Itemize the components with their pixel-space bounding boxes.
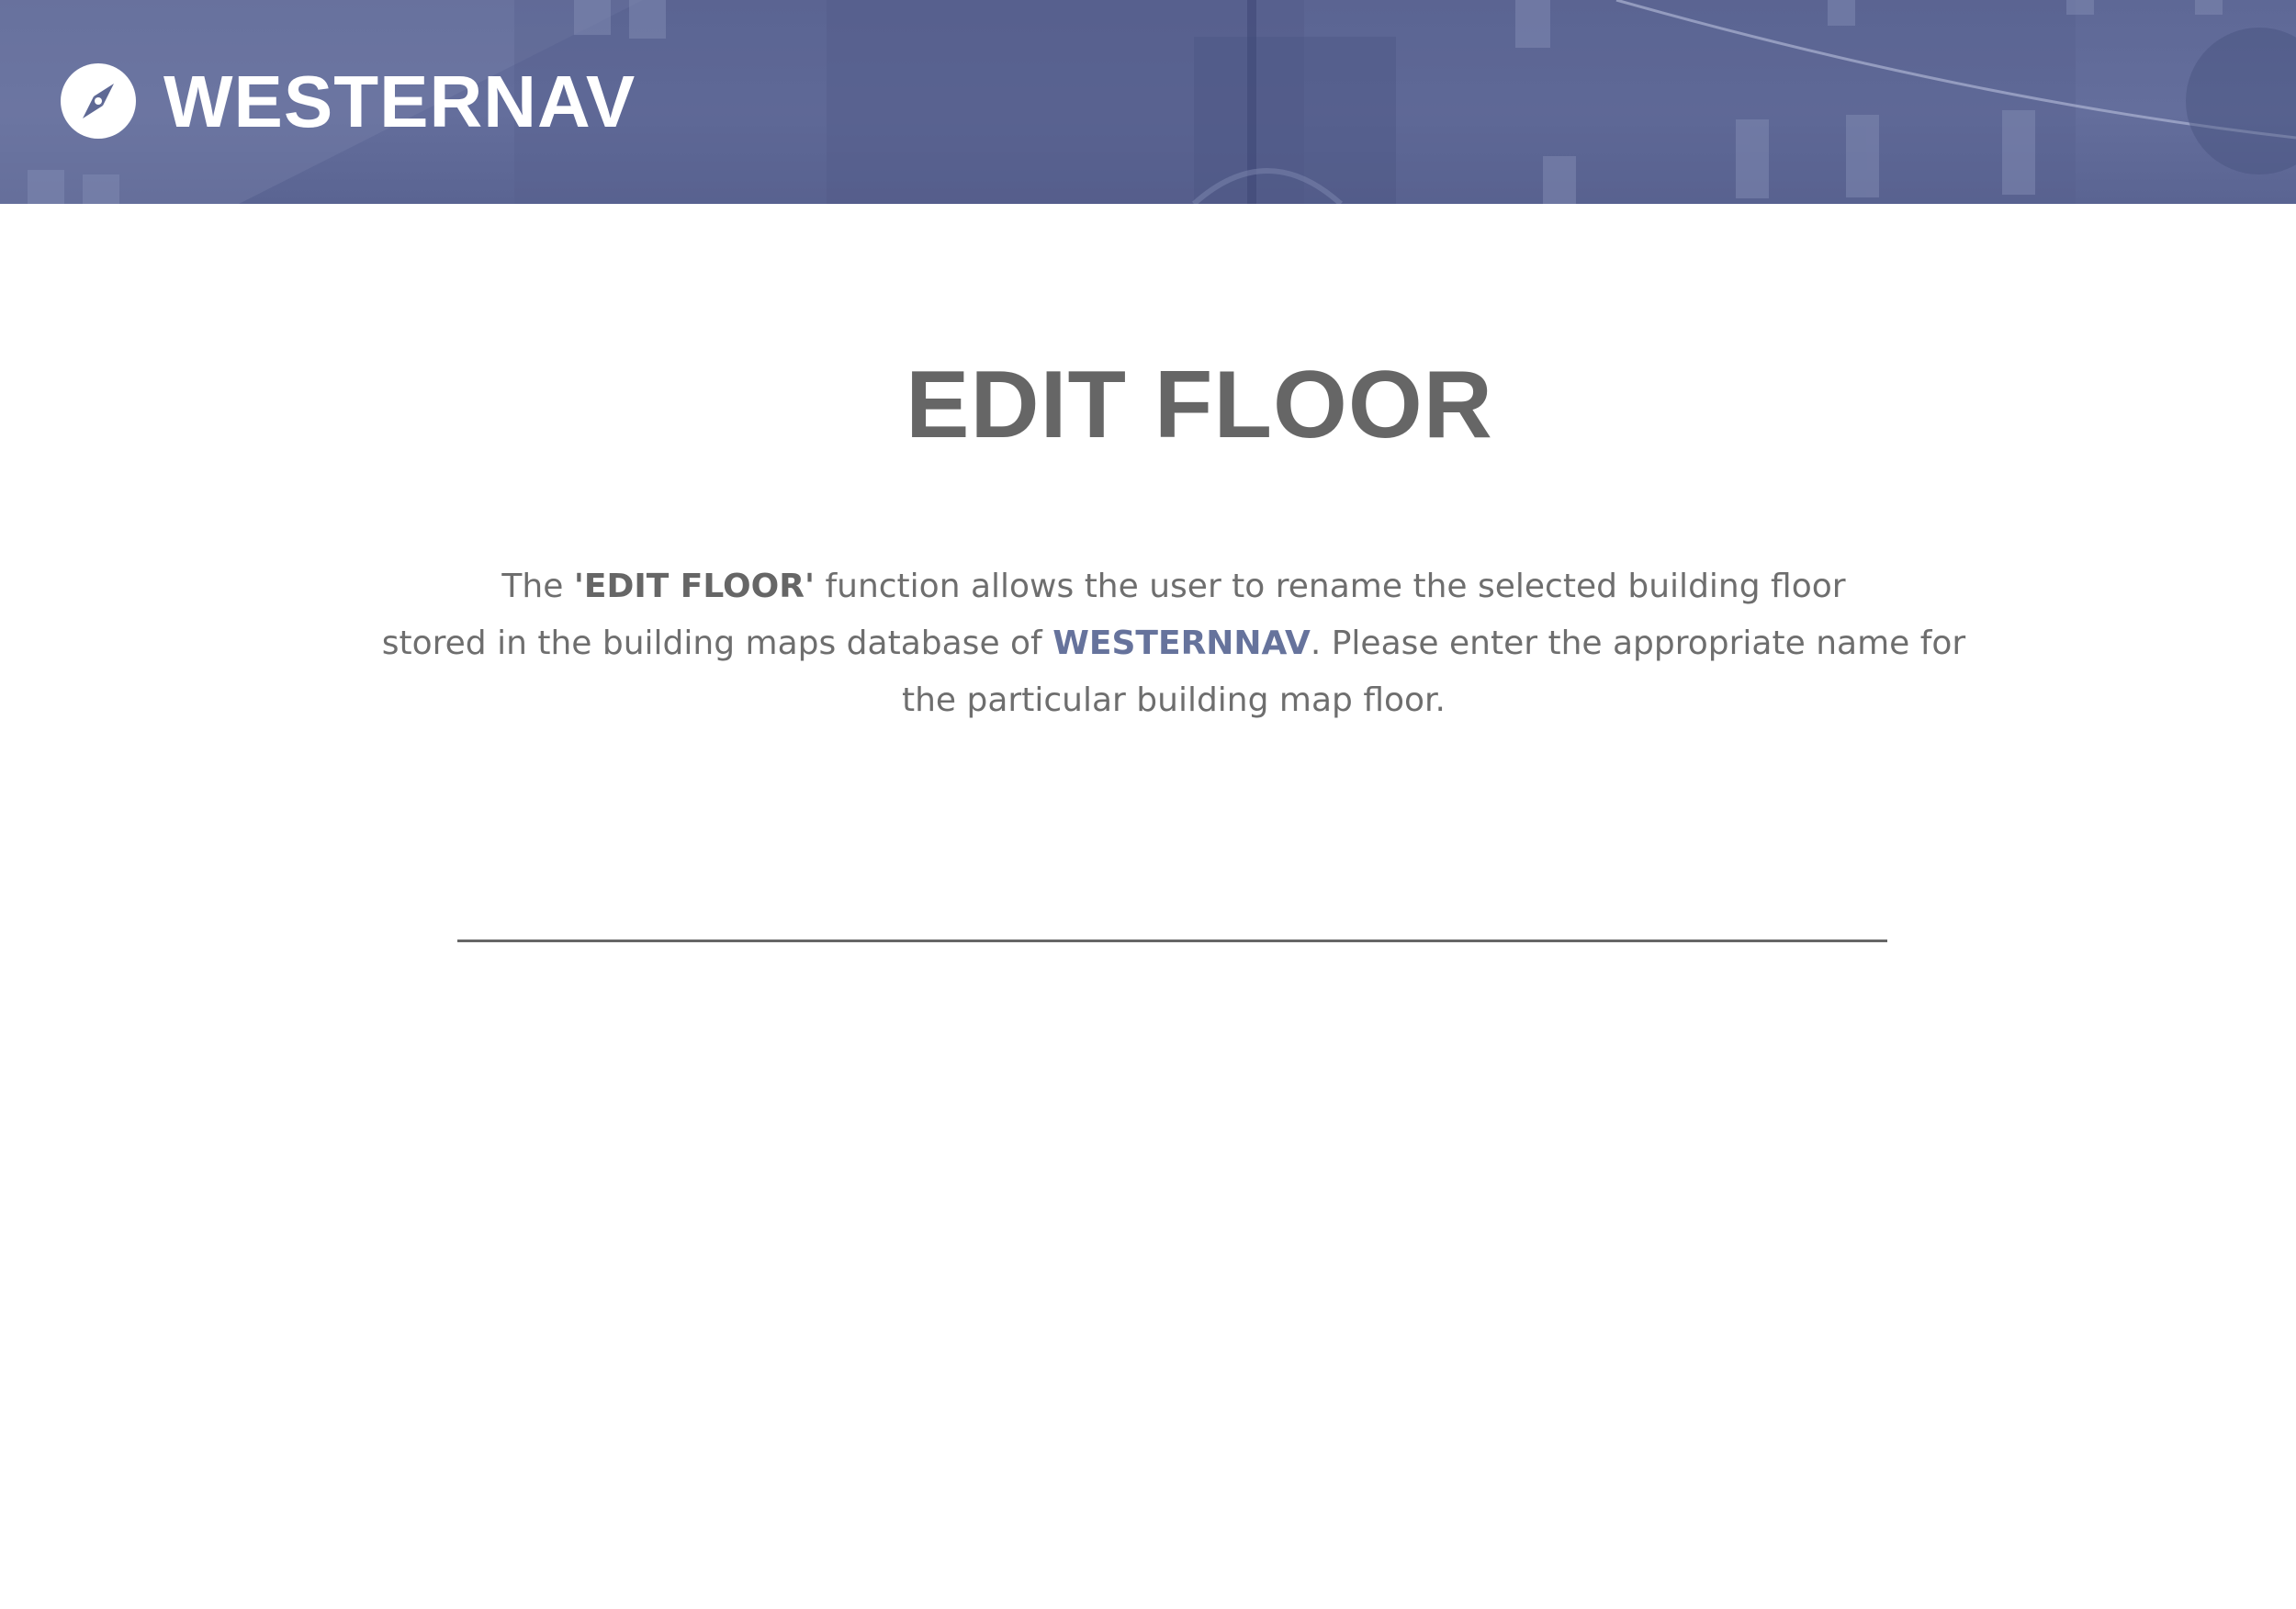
description-text-span: The [501, 568, 574, 605]
header-banner: WESTERNAV [0, 0, 2296, 204]
brand-emphasis: WESTERNNAV [1052, 624, 1311, 662]
description-line-1: The 'EDIT FLOOR' function allows the use… [349, 558, 1998, 615]
floor-name-input[interactable] [457, 854, 1887, 942]
description-text-span: . Please enter the appropriate name for [1310, 624, 1966, 662]
description-text-span: function allows the user to rename the s… [815, 568, 1846, 605]
description-text: The 'EDIT FLOOR' function allows the use… [349, 558, 1998, 729]
page-title: EDIT FLOOR [906, 352, 1493, 458]
compass-icon [61, 63, 136, 139]
function-name-emphasis: 'EDIT FLOOR' [573, 568, 816, 605]
description-line-2: stored in the building maps database of … [349, 615, 1998, 672]
brand-name: WESTERNAV [163, 61, 636, 142]
description-line-3: the particular building map floor. [902, 681, 1446, 719]
description-text-span: stored in the building maps database of [381, 624, 1053, 662]
